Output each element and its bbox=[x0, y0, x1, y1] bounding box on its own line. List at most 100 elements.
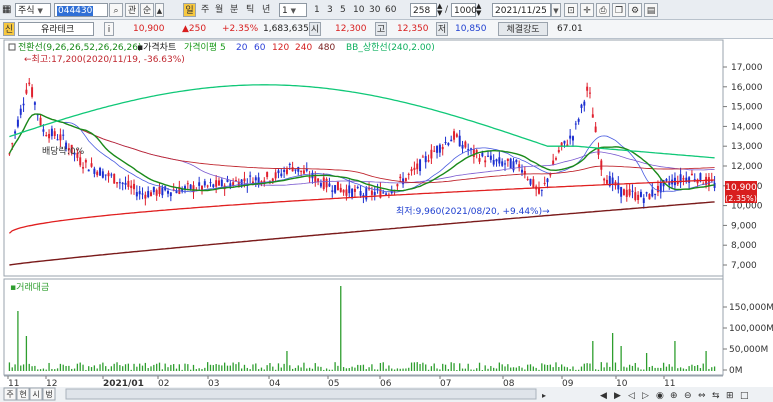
info-button[interactable]: i bbox=[104, 22, 114, 36]
scroll-track[interactable] bbox=[65, 388, 537, 400]
interval-5[interactable]: 5 bbox=[340, 3, 346, 17]
settings-icon[interactable]: ⚙ bbox=[628, 3, 642, 17]
stepper-icon[interactable]: ▲ ▼ bbox=[476, 3, 483, 17]
grid-icon[interactable]: ▦ bbox=[2, 3, 15, 17]
candle-body bbox=[147, 191, 150, 198]
price-tick-label: 14,000 bbox=[731, 122, 763, 132]
control-icon[interactable]: ⊞ bbox=[726, 391, 734, 401]
scroll-right-icon[interactable]: ▸ bbox=[542, 391, 546, 400]
candle-body bbox=[472, 149, 475, 157]
candle-body bbox=[526, 178, 529, 180]
high-annotation: ←최고:17,200(2020/11/19, -36.63%) bbox=[24, 54, 185, 65]
search-icon[interactable]: ⌕ bbox=[109, 3, 123, 17]
control-icon[interactable]: ▷ bbox=[642, 391, 649, 401]
candle-body bbox=[399, 176, 402, 179]
candle-body bbox=[370, 190, 373, 195]
interval-10[interactable]: 10 bbox=[353, 3, 364, 17]
interval-60[interactable]: 60 bbox=[385, 3, 396, 17]
open-label: 시 bbox=[309, 22, 321, 36]
candle-body bbox=[277, 170, 280, 174]
candle-body bbox=[48, 133, 51, 139]
date-input[interactable]: 2021/11/25 bbox=[492, 3, 551, 17]
control-icon[interactable]: ◀ bbox=[600, 391, 607, 401]
candle-body bbox=[620, 187, 623, 197]
candle-body bbox=[509, 158, 512, 169]
candle-body bbox=[328, 183, 331, 187]
candle-body bbox=[444, 142, 447, 144]
strength-label: 체결강도 bbox=[498, 22, 548, 36]
candle-body bbox=[458, 135, 461, 147]
candle-body bbox=[410, 169, 413, 172]
candle-body bbox=[487, 155, 490, 157]
stock-chart[interactable]: 전환선(9,26,26,52,26,26,26) ▪가격차트 가격이평 5 20… bbox=[0, 39, 773, 402]
period-year[interactable]: 년 bbox=[262, 3, 270, 17]
volume: 1,683,635 bbox=[263, 24, 309, 34]
calendar-icon[interactable]: ▼ bbox=[551, 3, 561, 17]
candle-body bbox=[226, 179, 229, 182]
candle-body bbox=[45, 135, 48, 137]
legend-ma480: 480 bbox=[318, 43, 335, 53]
control-icon[interactable]: ▶ bbox=[614, 391, 621, 401]
period-tick[interactable]: 틱 bbox=[246, 3, 254, 17]
candle-body bbox=[33, 102, 36, 105]
candle-body bbox=[325, 178, 328, 188]
volume-tick-label: 0M bbox=[729, 366, 743, 376]
candle-body bbox=[127, 180, 130, 187]
candle-body bbox=[484, 160, 487, 163]
control-icon[interactable]: ⊖ bbox=[684, 391, 692, 401]
candle-body bbox=[348, 185, 351, 194]
candle-body bbox=[113, 173, 116, 184]
open-price: 12,300 bbox=[335, 24, 367, 34]
period-week[interactable]: 주 bbox=[201, 3, 209, 17]
candle-body bbox=[234, 180, 237, 182]
chart-search-icon[interactable]: ⊡ bbox=[564, 3, 578, 17]
price-panel bbox=[3, 39, 724, 277]
stock-code-input[interactable]: 044430 bbox=[54, 3, 108, 17]
control-icon[interactable]: ◁ bbox=[628, 391, 635, 401]
save-icon[interactable]: ▤ bbox=[644, 3, 658, 17]
control-icon[interactable]: ◉ bbox=[656, 391, 664, 401]
total-count-input[interactable]: 1000 bbox=[451, 3, 477, 17]
candle-body bbox=[302, 170, 305, 174]
stepper-icon[interactable]: ▲ ▼ bbox=[437, 3, 444, 17]
candle-body bbox=[220, 179, 223, 187]
chart-legend: 전환선(9,26,26,52,26,26,26) ▪가격차트 가격이평 5 20… bbox=[8, 41, 435, 53]
candle-body bbox=[274, 172, 277, 179]
candle-body bbox=[563, 140, 566, 144]
candle-body bbox=[351, 188, 354, 198]
candle-body bbox=[682, 177, 685, 180]
control-icon[interactable]: ⊕ bbox=[670, 391, 678, 401]
interval-select[interactable]: 1 ▼ bbox=[279, 3, 307, 17]
period-day[interactable]: 일 bbox=[183, 3, 196, 17]
period-minute[interactable]: 분 bbox=[230, 3, 238, 17]
interval-1[interactable]: 1 bbox=[314, 3, 320, 17]
market-select[interactable]: 주식 ▼ bbox=[15, 3, 51, 17]
interval-3[interactable]: 3 bbox=[327, 3, 333, 17]
legend-bollinger: BB_상한선(240,2.00) bbox=[346, 42, 435, 53]
chevron-up-icon[interactable]: ▲ bbox=[155, 3, 164, 17]
candle-body bbox=[266, 172, 269, 177]
print-icon[interactable]: ⎙ bbox=[596, 3, 610, 17]
candle-body bbox=[447, 143, 450, 146]
price-tick-label: 9,000 bbox=[731, 221, 757, 231]
candle-body bbox=[271, 178, 274, 182]
candle-body bbox=[84, 159, 87, 163]
interval-30[interactable]: 30 bbox=[369, 3, 380, 17]
candle-body bbox=[690, 173, 693, 176]
interest-button[interactable]: 관 bbox=[125, 3, 139, 17]
candle-body bbox=[322, 177, 325, 190]
candle-body bbox=[637, 194, 640, 201]
candle-body bbox=[506, 158, 509, 161]
candle-body bbox=[201, 185, 203, 190]
price-tick-label: 10,000 bbox=[731, 202, 763, 212]
candle-body bbox=[116, 182, 119, 184]
candle-body bbox=[291, 167, 294, 172]
period-month[interactable]: 월 bbox=[215, 3, 223, 17]
rank-button[interactable]: 순 bbox=[140, 3, 154, 17]
display-count-input[interactable]: 258 bbox=[410, 3, 437, 17]
control-icon[interactable]: □ bbox=[740, 391, 749, 401]
control-icon[interactable]: ⇆ bbox=[712, 391, 720, 401]
copy-icon[interactable]: ❐ bbox=[612, 3, 626, 17]
crosshair-icon[interactable]: ✛ bbox=[580, 3, 594, 17]
control-icon[interactable]: ⇔ bbox=[698, 391, 706, 401]
